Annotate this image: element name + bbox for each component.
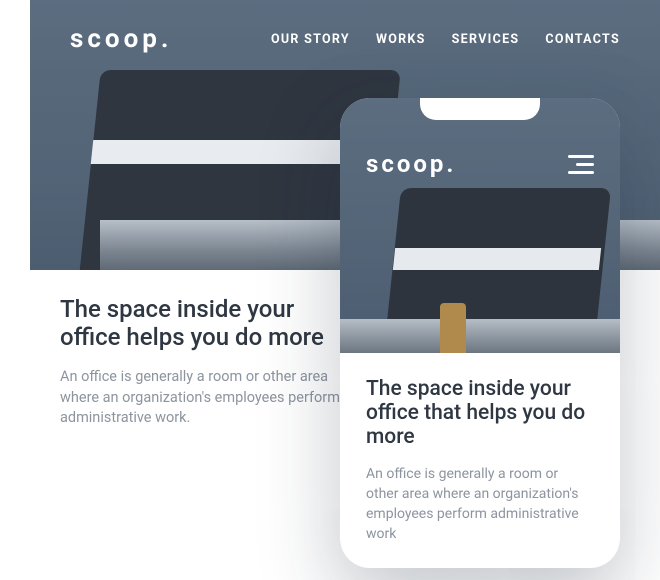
brand-logo[interactable]: scoop. <box>70 24 172 54</box>
brand-logo[interactable]: scoop. <box>366 150 456 178</box>
desktop-copy: The space inside your office helps you d… <box>30 270 390 429</box>
hero-decor <box>393 248 601 270</box>
mobile-preview: scoop. The space inside your office that… <box>340 98 620 568</box>
mobile-hero: scoop. <box>340 98 620 353</box>
phone-notch <box>420 98 540 120</box>
nav-link-contacts[interactable]: CONTACTS <box>545 32 620 47</box>
mobile-navbar: scoop. <box>340 150 620 178</box>
nav-link-our-story[interactable]: OUR STORY <box>271 32 350 47</box>
hamburger-menu-icon[interactable] <box>568 155 594 173</box>
mobile-copy: The space inside your office that helps … <box>340 353 620 545</box>
page-heading: The space inside your office helps you d… <box>60 296 350 351</box>
hero-decor <box>440 303 466 353</box>
navbar: scoop. OUR STORY WORKS SERVICES CONTACTS <box>30 0 660 78</box>
nav-link-works[interactable]: WORKS <box>376 32 426 47</box>
hero-decor <box>340 319 620 353</box>
nav-link-services[interactable]: SERVICES <box>452 32 520 47</box>
page-subtext: An office is generally a room or other a… <box>60 367 350 429</box>
page-heading: The space inside your office that helps … <box>366 377 594 449</box>
page-subtext: An office is generally a room or other a… <box>366 465 594 545</box>
nav-links: OUR STORY WORKS SERVICES CONTACTS <box>271 32 620 47</box>
